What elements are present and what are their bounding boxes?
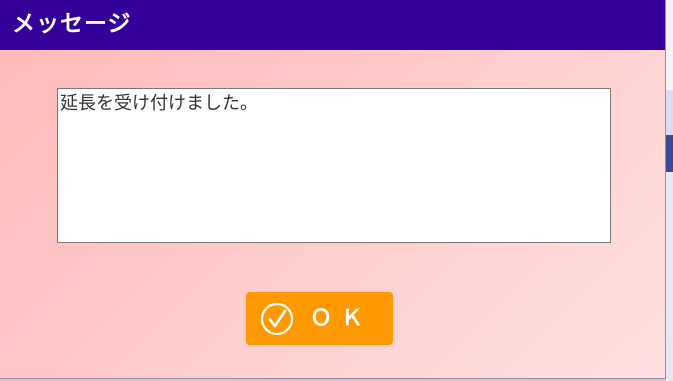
message-dialog: メッセージ 延長を受け付けました。 ＯＫ — [0, 0, 666, 379]
ok-button[interactable]: ＯＫ — [246, 292, 393, 345]
check-circle-icon — [260, 302, 294, 336]
background-window-edge — [666, 0, 673, 381]
message-text: 延長を受け付けました。 — [60, 93, 258, 114]
ok-button-label: ＯＫ — [310, 306, 373, 331]
dialog-title: メッセージ — [12, 11, 132, 37]
message-text-area: 延長を受け付けました。 — [57, 88, 611, 243]
dialog-titlebar: メッセージ — [0, 0, 665, 50]
